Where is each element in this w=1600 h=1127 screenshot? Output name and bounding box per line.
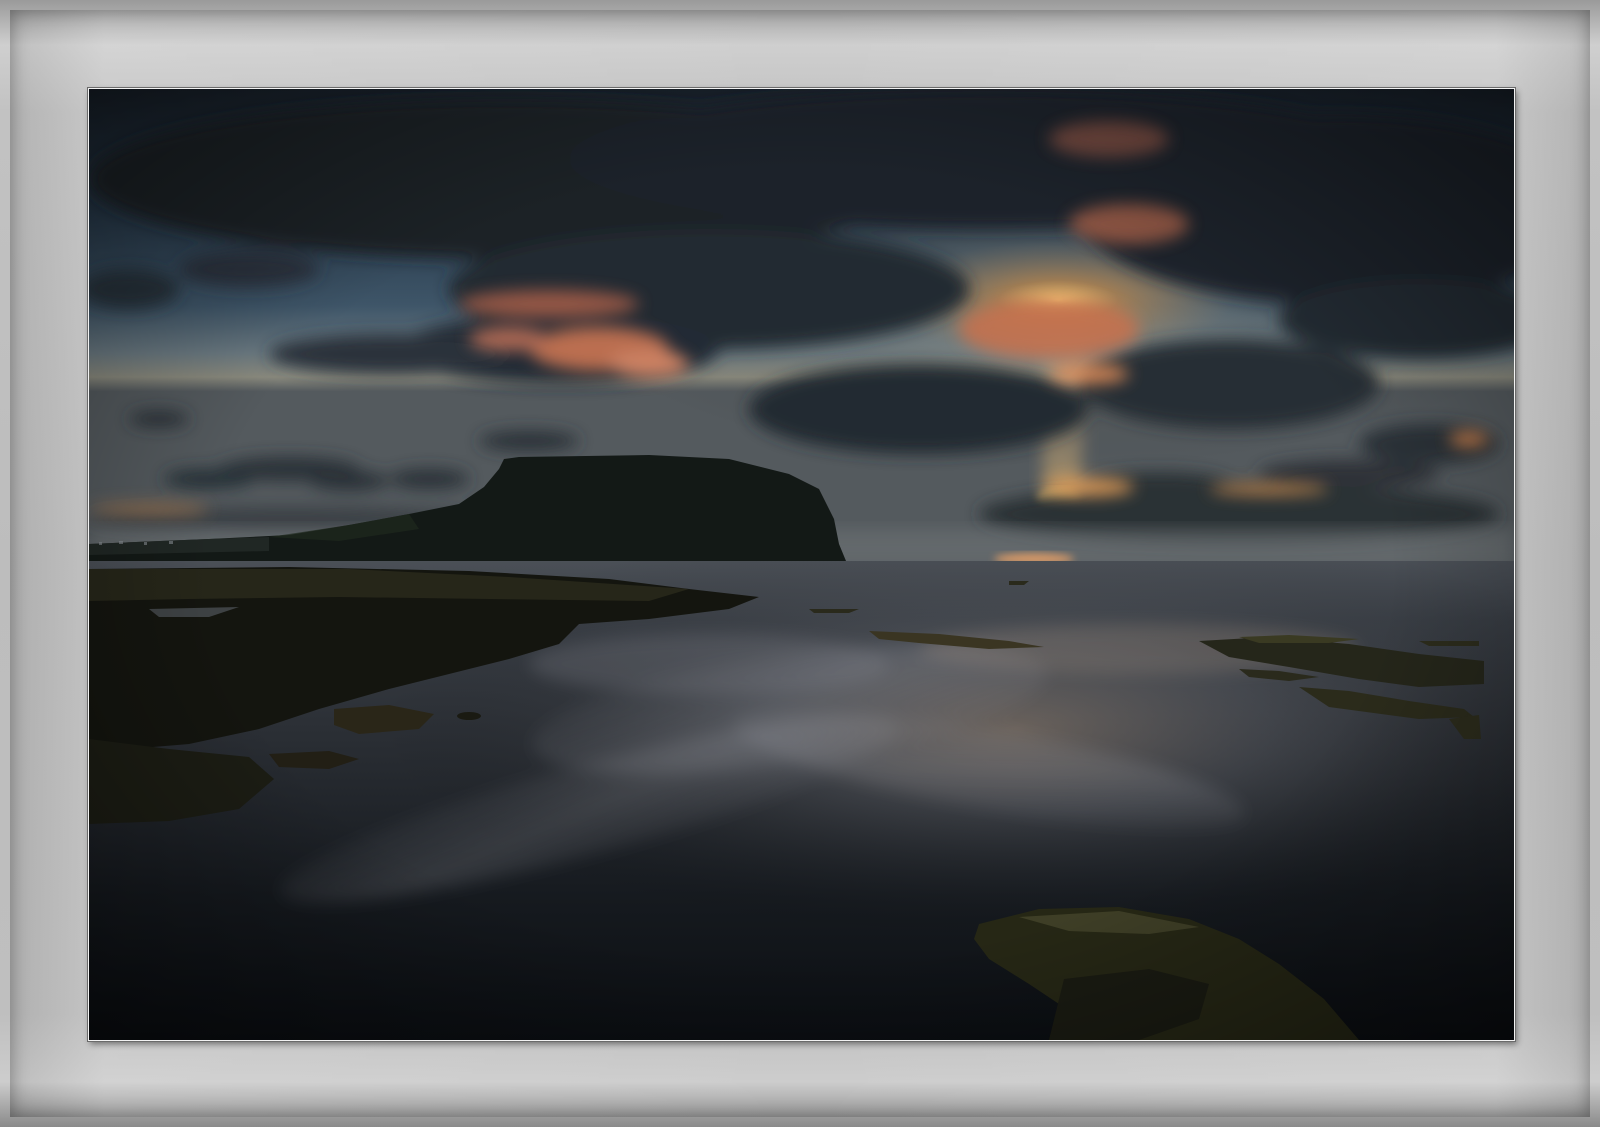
- seascape-photo: [89, 89, 1514, 1040]
- vignette: [89, 89, 1514, 1040]
- photo: [88, 88, 1515, 1041]
